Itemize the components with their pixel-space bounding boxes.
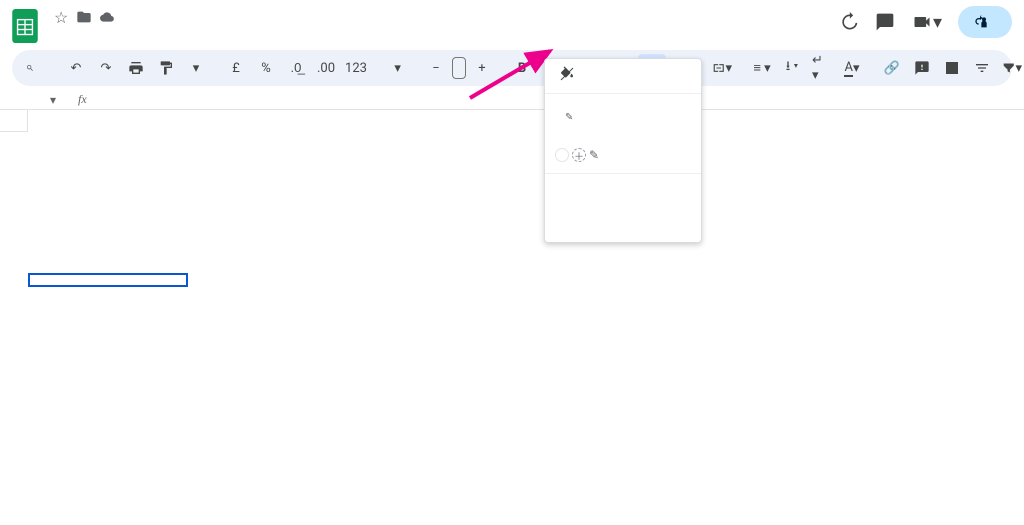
print-button[interactable] bbox=[122, 54, 150, 82]
fx-icon: fx bbox=[78, 92, 87, 107]
more-formats[interactable]: 123 bbox=[342, 54, 370, 82]
save-status bbox=[100, 10, 118, 24]
conditional-formatting[interactable] bbox=[545, 178, 701, 208]
eyedropper-icon[interactable]: ✎ bbox=[589, 148, 599, 162]
spreadsheet-grid[interactable] bbox=[0, 109, 1024, 132]
zoom-select[interactable]: ▾ bbox=[182, 54, 210, 82]
active-cell-cursor bbox=[28, 273, 188, 287]
bold-button[interactable]: B bbox=[508, 54, 536, 82]
currency-pound[interactable]: £ bbox=[222, 54, 250, 82]
insert-chart-button[interactable] bbox=[938, 54, 966, 82]
redo-button[interactable]: ↷ bbox=[92, 54, 120, 82]
sheets-logo[interactable] bbox=[12, 8, 38, 44]
add-custom-color[interactable]: ＋ bbox=[572, 148, 586, 162]
filter-views-button[interactable]: ▾ bbox=[998, 54, 1024, 82]
search-menus[interactable] bbox=[22, 54, 50, 82]
wrap-button[interactable]: ↵ ▾ bbox=[808, 54, 836, 82]
star-icon[interactable]: ☆ bbox=[54, 8, 68, 27]
custom-color-swatch[interactable] bbox=[555, 148, 569, 162]
rotate-button[interactable]: A ▾ bbox=[838, 54, 866, 82]
meet-icon[interactable]: ▾ bbox=[911, 12, 942, 33]
comment-icon[interactable] bbox=[875, 12, 895, 32]
select-all-corner[interactable] bbox=[0, 110, 28, 132]
undo-button[interactable]: ↶ bbox=[62, 54, 90, 82]
decrease-font[interactable]: − bbox=[422, 54, 450, 82]
reset-color[interactable] bbox=[545, 59, 701, 89]
edit-standard-icon[interactable]: ✎ bbox=[565, 112, 574, 123]
alternating-colours[interactable] bbox=[545, 208, 701, 238]
font-size-input[interactable] bbox=[452, 57, 466, 79]
percent-format[interactable]: % bbox=[252, 54, 280, 82]
halign-button[interactable]: ≡ ▾ bbox=[748, 54, 776, 82]
link-button[interactable]: 🔗 bbox=[878, 54, 906, 82]
merge-button[interactable]: ▾ bbox=[708, 54, 736, 82]
toolbar: ↶ ↷ ▾ £ % .0̲ .00 123 ▾ − + B I S A ▾ ≡ … bbox=[12, 50, 1012, 86]
insert-comment-button[interactable] bbox=[908, 54, 936, 82]
move-icon[interactable] bbox=[76, 9, 92, 25]
filter-button[interactable] bbox=[968, 54, 996, 82]
increase-font[interactable]: + bbox=[468, 54, 496, 82]
history-icon[interactable] bbox=[839, 12, 859, 32]
font-select[interactable]: ▾ bbox=[382, 54, 410, 82]
valign-button[interactable]: ⭳ ▾ bbox=[778, 54, 806, 82]
decrease-decimal[interactable]: .0̲ bbox=[282, 54, 310, 82]
name-box-dropdown[interactable]: ▾ bbox=[50, 93, 56, 107]
share-button[interactable] bbox=[958, 6, 1012, 38]
fill-color-popup: ✎ ＋ ✎ bbox=[544, 58, 702, 243]
increase-decimal[interactable]: .00 bbox=[312, 54, 340, 82]
paint-format-button[interactable] bbox=[152, 54, 180, 82]
